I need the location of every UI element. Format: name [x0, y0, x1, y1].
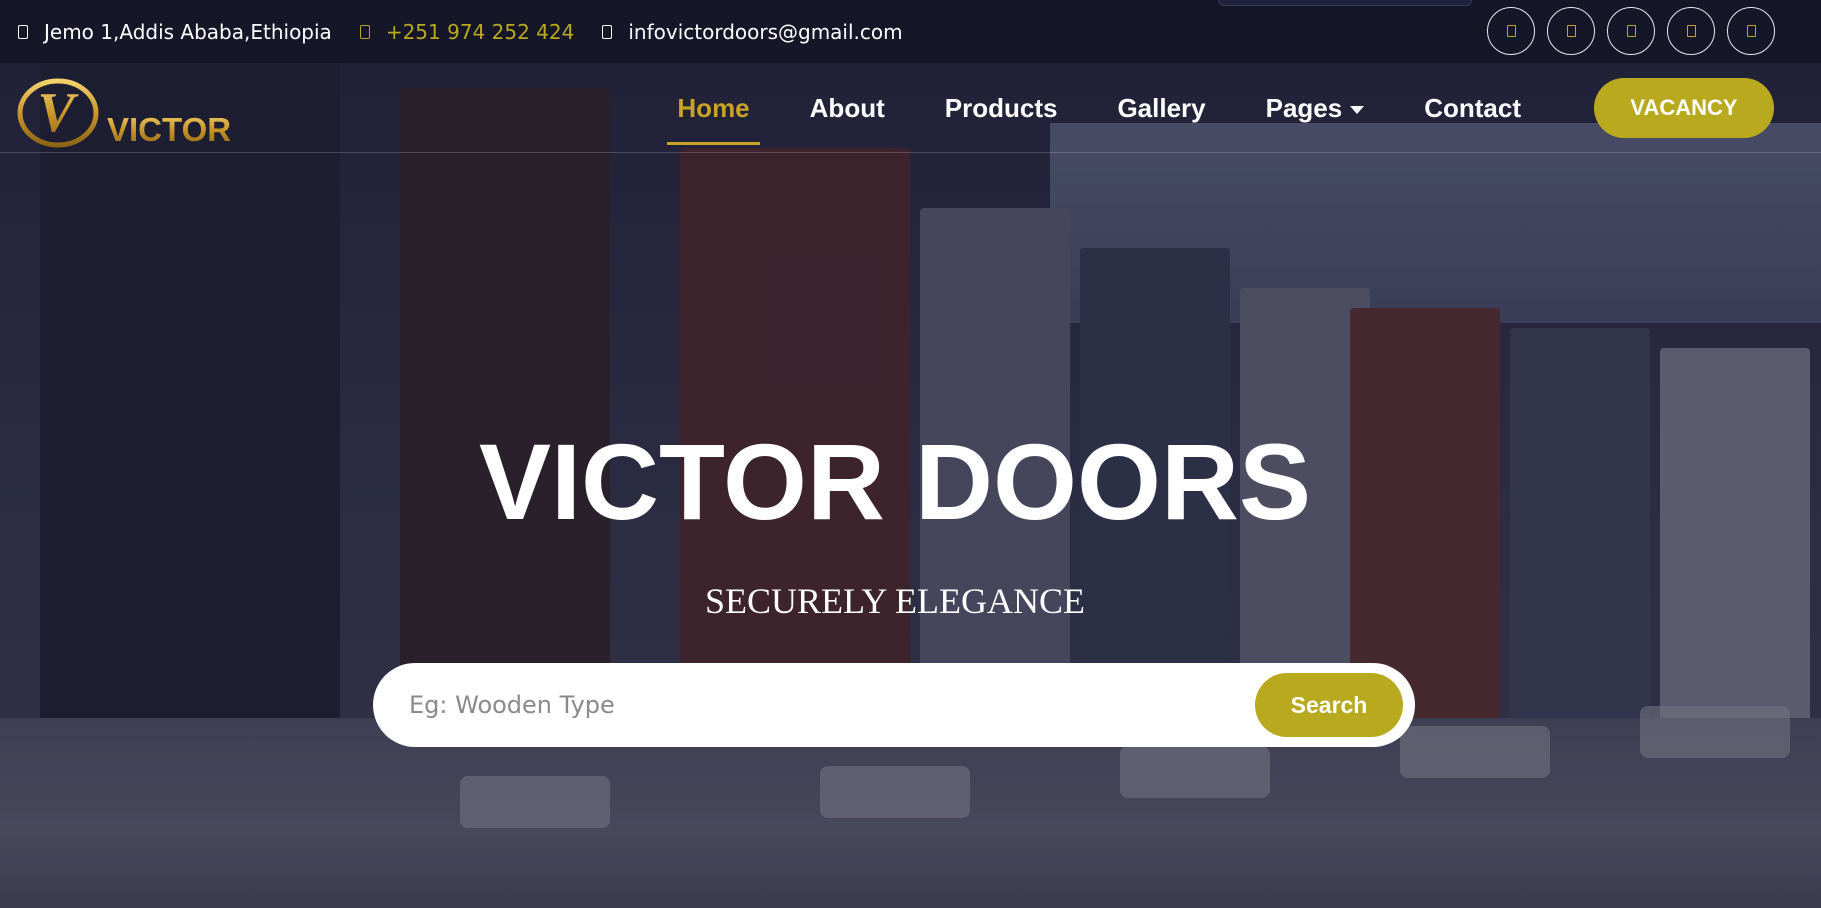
envelope-icon [602, 24, 613, 39]
logo-initial: V [37, 82, 79, 144]
hero-search-bar: Search [373, 663, 1415, 747]
vacancy-button[interactable]: VACANCY [1594, 78, 1774, 138]
nav-pages-dropdown[interactable]: Pages [1256, 63, 1375, 153]
logo-mark: V VICTOR [17, 78, 231, 148]
twitter-icon[interactable] [1547, 7, 1595, 55]
linkedin-icon[interactable] [1667, 7, 1715, 55]
nav-home-label: Home [677, 92, 750, 123]
email-text[interactable]: infovictordoors@gmail.com [628, 20, 902, 44]
nav-contact-label: Contact [1424, 92, 1521, 123]
nav-pages-label: Pages [1265, 92, 1343, 123]
tab-edge [1218, 0, 1472, 6]
hero-subtitle: SECURELY ELEGANCE [704, 581, 1086, 621]
hero-title: VICTOR DOORS [478, 421, 1312, 542]
facebook-icon[interactable] [1487, 7, 1535, 55]
nav-products-label: Products [944, 92, 1058, 123]
location-icon [18, 24, 28, 39]
nav-products[interactable]: Products [935, 63, 1068, 153]
address-text: Jemo 1,Addis Ababa,Ethiopia [44, 19, 332, 44]
nav-gallery[interactable]: Gallery [1107, 63, 1215, 153]
nav-about-label: About [809, 92, 885, 123]
address-info: Jemo 1,Addis Ababa,Ethiopia [18, 20, 332, 44]
search-button[interactable]: Search [1255, 673, 1403, 737]
nav-menu: Home About Products Gallery Pages Contac… [647, 63, 1551, 153]
logo-wordmark: VICTOR [107, 111, 231, 148]
victor-logo[interactable]: V VICTOR [16, 67, 246, 155]
phone-text[interactable]: +251 974 252 424 [386, 20, 575, 44]
social-links [1487, 7, 1775, 55]
nav-home[interactable]: Home [667, 63, 760, 153]
nav-contact[interactable]: Contact [1414, 63, 1531, 153]
search-input[interactable] [409, 677, 1229, 733]
nav-about[interactable]: About [800, 63, 895, 153]
nav-gallery-label: Gallery [1117, 92, 1206, 123]
caret-down-icon [1350, 105, 1365, 114]
phone-info[interactable]: +251 974 252 424 [359, 20, 575, 44]
email-info[interactable]: infovictordoors@gmail.com [602, 20, 903, 44]
main-navbar: V VICTOR Home About Products Gallery Pag… [0, 63, 1821, 153]
instagram-icon[interactable] [1607, 7, 1655, 55]
phone-icon [359, 24, 370, 39]
youtube-icon[interactable] [1727, 7, 1775, 55]
top-info-bar: Jemo 1,Addis Ababa,Ethiopia +251 974 252… [0, 0, 1821, 63]
